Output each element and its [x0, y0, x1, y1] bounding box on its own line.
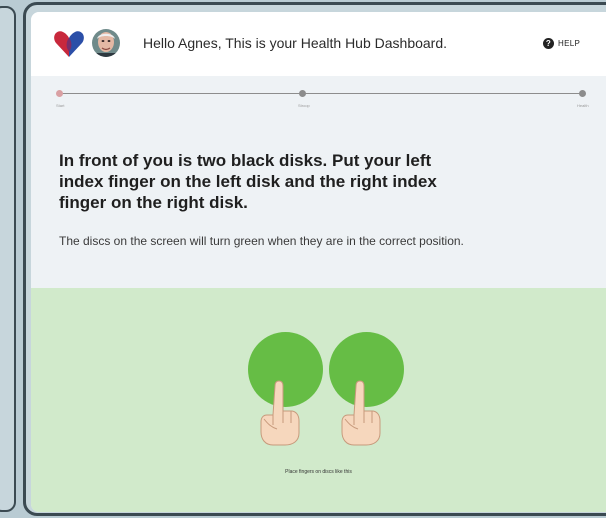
left-pointing-hand-icon: [259, 377, 301, 447]
right-pointing-hand-icon: [340, 377, 382, 447]
step-dot-stroop: [299, 90, 306, 97]
step-label-stroop: Stroop: [298, 103, 310, 108]
app-screen: Hello Agnes, This is your Health Hub Das…: [31, 12, 606, 512]
progress-stepper: Start Stroop Health: [31, 76, 606, 116]
header-bar: Hello Agnes, This is your Health Hub Das…: [31, 12, 606, 76]
help-button[interactable]: ? HELP: [543, 38, 580, 49]
avatar[interactable]: [92, 29, 120, 57]
step-label-start: Start: [56, 103, 65, 108]
instruction-body: The discs on the screen will turn green …: [59, 234, 464, 248]
question-mark-icon: ?: [543, 38, 554, 49]
heart-logo-icon: [53, 30, 85, 58]
disk-caption: Place fingers on discs like this: [285, 469, 352, 475]
left-device-edge: [0, 6, 16, 512]
step-dot-start: [56, 90, 63, 97]
progress-line: [59, 93, 584, 94]
step-label-health: Health: [577, 103, 589, 108]
step-dot-health: [579, 90, 586, 97]
disk-area: [31, 288, 606, 512]
help-label: HELP: [558, 39, 581, 48]
instruction-title: In front of you is two black disks. Put …: [59, 151, 437, 212]
greeting-text: Hello Agnes, This is your Health Hub Das…: [143, 35, 448, 51]
